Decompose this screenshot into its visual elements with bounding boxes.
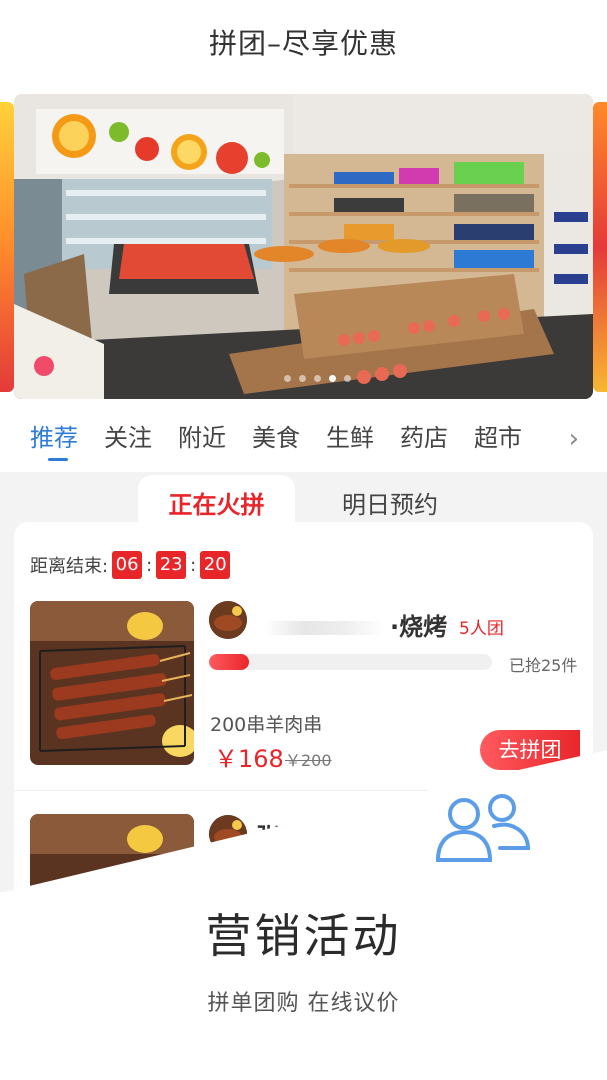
- banner-carousel[interactable]: [0, 94, 607, 399]
- countdown-minutes: 23: [156, 551, 187, 579]
- countdown: 距离结束: 06 : 23 : 20: [30, 551, 234, 579]
- banner-image[interactable]: [14, 94, 593, 399]
- tab-food[interactable]: 美食: [252, 418, 300, 468]
- chevron-right-icon[interactable]: ›: [569, 424, 579, 454]
- feature-subtitle: 拼单团购 在线议价: [207, 991, 400, 1016]
- carousel-dot[interactable]: [314, 375, 321, 382]
- feature-title: 营销活动: [205, 909, 402, 963]
- people-icon: [432, 790, 532, 866]
- progress-fill: [209, 654, 249, 670]
- shop-name[interactable]: ·烧烤: [264, 607, 447, 642]
- progress-bar: [209, 654, 492, 670]
- countdown-label: 距离结束:: [30, 556, 109, 577]
- product-image[interactable]: [30, 601, 194, 765]
- tab-recommend[interactable]: 推荐: [30, 418, 78, 468]
- countdown-separator: :: [146, 554, 153, 576]
- countdown-seconds: 20: [200, 551, 231, 579]
- avatar[interactable]: [209, 601, 247, 639]
- price: ￥168: [214, 745, 284, 773]
- tab-nearby[interactable]: 附近: [178, 418, 226, 468]
- carousel-dot-active[interactable]: [329, 375, 336, 382]
- tab-follow[interactable]: 关注: [104, 418, 152, 468]
- countdown-separator: :: [190, 554, 197, 576]
- tab-pharmacy[interactable]: 药店: [400, 418, 448, 468]
- carousel-dot[interactable]: [344, 375, 351, 382]
- carousel-dot[interactable]: [284, 375, 291, 382]
- product-name: 200串羊肉串: [210, 714, 323, 736]
- tab-hot-now[interactable]: 正在火拼: [138, 475, 295, 525]
- banner-prev-peek[interactable]: [0, 102, 14, 392]
- banner-next-peek[interactable]: [593, 102, 607, 392]
- avatar[interactable]: [209, 815, 247, 853]
- group-size-badge: 5人团: [459, 619, 504, 639]
- shop-name-suffix: ·烧烤: [390, 613, 448, 641]
- blurred-shop-prefix: [264, 621, 384, 635]
- sold-count: 已抢25件: [509, 656, 578, 675]
- countdown-hours: 06: [112, 551, 143, 579]
- tab-tomorrow[interactable]: 明日预约: [320, 475, 460, 530]
- tab-fresh[interactable]: 生鲜: [326, 418, 374, 468]
- shop-name[interactable]: 张胖: [256, 817, 304, 837]
- tab-supermarket[interactable]: 超市: [474, 418, 522, 468]
- page-title: 拼团–尽享优惠: [208, 27, 398, 60]
- carousel-dot[interactable]: [299, 375, 306, 382]
- original-price: ￥200: [285, 751, 332, 770]
- category-tabs: 推荐 关注 附近 美食 生鲜 药店 超市: [30, 418, 590, 468]
- product-image[interactable]: [30, 814, 194, 914]
- join-group-button[interactable]: 去拼团: [480, 730, 580, 770]
